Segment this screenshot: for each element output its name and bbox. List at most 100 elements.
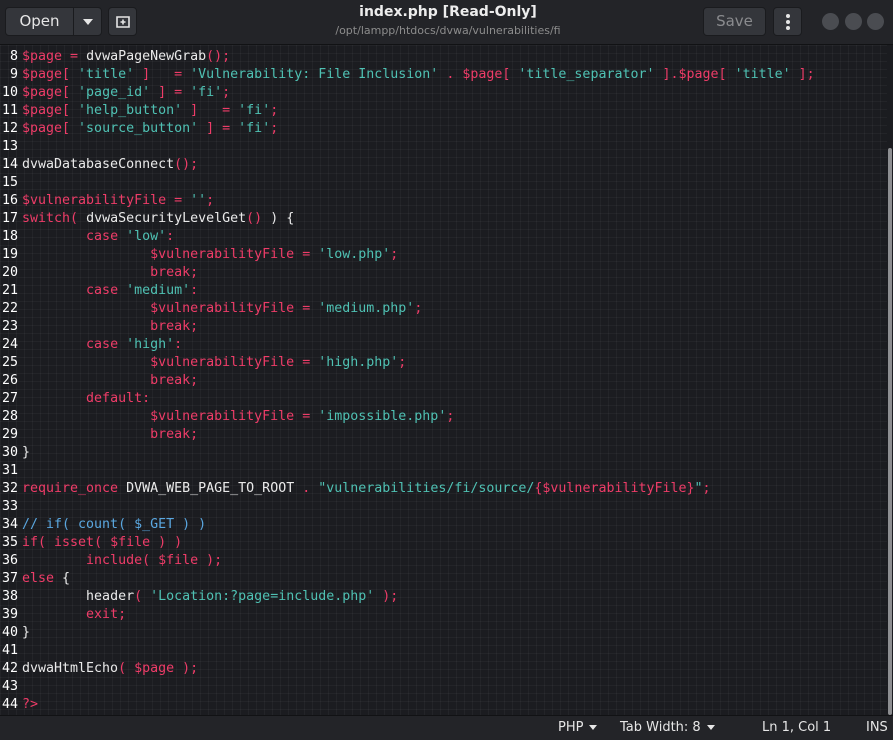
header-bar: Open index.php [Read-Only] /opt/lampp/ht… xyxy=(0,0,893,45)
token: ; xyxy=(190,319,199,334)
token: 'Vulnerability: File Inclusion' xyxy=(190,67,439,82)
code-text: else { xyxy=(18,570,70,588)
code-line: 37 else { xyxy=(0,570,815,588)
token: 'fi' xyxy=(190,85,223,100)
line-number: 25 xyxy=(1,355,18,370)
code-text: $vulnerabilityFile = 'impossible.php'; xyxy=(18,408,454,426)
code-text: $vulnerabilityFile = 'low.php'; xyxy=(18,246,398,264)
code-editor[interactable]: 8 $page = dvwaPageNewGrab(); 9 $page[ 'tit… xyxy=(0,45,887,715)
menu-dot-icon xyxy=(786,14,790,18)
token: ); xyxy=(174,661,199,676)
line-number: 23 xyxy=(1,319,18,334)
code-line: 25 $vulnerabilityFile = 'high.php'; xyxy=(0,354,815,372)
code-line: 35 if( isset( $file ) ) xyxy=(0,534,815,552)
minimize-button[interactable] xyxy=(822,13,839,30)
code-text: exit; xyxy=(18,606,126,624)
token: 'fi' xyxy=(238,103,271,118)
token: case xyxy=(86,283,119,298)
token: 'low' xyxy=(126,229,167,244)
line-number: 12 xyxy=(1,121,18,136)
token: $page xyxy=(462,67,503,82)
line-number: 10 xyxy=(1,85,18,100)
token: ; xyxy=(222,85,231,100)
line-number: 43 xyxy=(1,679,18,694)
code-line: 29 break; xyxy=(0,426,815,444)
file-path: /opt/lampp/htdocs/dvwa/vulnerabilities/f… xyxy=(335,24,561,37)
code-text: include( $file ); xyxy=(18,552,222,570)
new-tab-icon xyxy=(116,16,130,28)
code-line: 18 case 'low': xyxy=(0,228,815,246)
line-number: 24 xyxy=(1,337,18,352)
token: . xyxy=(438,67,463,82)
token: case xyxy=(86,229,119,244)
token: 'impossible.php' xyxy=(318,409,447,424)
code-line: 44 ?> xyxy=(0,696,815,714)
new-document-button[interactable] xyxy=(108,7,137,36)
vertical-scrollbar[interactable] xyxy=(887,45,893,715)
code-line: 9 $page[ 'title' ] = 'Vulnerability: File… xyxy=(0,66,815,84)
token: ; xyxy=(190,427,199,442)
line-number: 8 xyxy=(9,49,18,64)
cursor-position[interactable]: Ln 1, Col 1 xyxy=(762,716,831,740)
token: 'high' xyxy=(126,337,175,352)
chevron-down-icon[interactable] xyxy=(74,8,102,35)
token: switch xyxy=(22,211,71,226)
code-text: case 'low': xyxy=(18,228,174,246)
status-bar: PHP Tab Width: 8 Ln 1, Col 1 INS xyxy=(0,715,893,740)
line-number: 15 xyxy=(1,175,18,190)
code-text: ?> xyxy=(18,696,38,714)
code-line: 38 header( 'Location:?page=include.php' … xyxy=(0,588,815,606)
code-line: 8 $page = dvwaPageNewGrab(); xyxy=(0,48,815,66)
line-number: 41 xyxy=(1,643,18,658)
code-line: 41 xyxy=(0,642,815,660)
line-number: 33 xyxy=(1,499,18,514)
token: isset xyxy=(54,535,95,550)
menu-button[interactable] xyxy=(773,7,802,36)
open-button[interactable]: Open xyxy=(5,7,102,36)
chevron-down-icon xyxy=(706,725,715,730)
language-selector[interactable]: PHP xyxy=(558,716,598,740)
save-button[interactable]: Save xyxy=(703,7,766,36)
token: $page xyxy=(22,85,63,100)
token: [ xyxy=(718,67,735,82)
code-text: case 'medium': xyxy=(18,282,198,300)
code-text: break; xyxy=(18,318,198,336)
line-number: 34 xyxy=(1,517,18,532)
token: ] = xyxy=(150,85,191,100)
code-line: 34 // if( count( $_GET ) ) xyxy=(0,516,815,534)
token: 'title' xyxy=(78,67,135,82)
token: 'medium.php' xyxy=(318,301,415,316)
code-line: 23 break; xyxy=(0,318,815,336)
token: ); xyxy=(198,553,223,568)
code-line: 10 $page[ 'page_id' ] = 'fi'; xyxy=(0,84,815,102)
code-text: header( 'Location:?page=include.php' ); xyxy=(18,588,398,606)
maximize-button[interactable] xyxy=(845,13,862,30)
token: ( xyxy=(142,553,159,568)
line-number: 16 xyxy=(1,193,18,208)
code-text: default: xyxy=(18,390,150,408)
scrollbar-thumb[interactable] xyxy=(888,148,892,715)
token: default xyxy=(86,391,143,406)
token: = xyxy=(294,247,319,262)
token: ; xyxy=(702,481,711,496)
code-line: 42 dvwaHtmlEcho( $page ); xyxy=(0,660,815,678)
line-number: 17 xyxy=(1,211,18,226)
close-button[interactable] xyxy=(867,13,884,30)
window-title: index.php [Read-Only] xyxy=(359,4,537,20)
menu-dot-icon xyxy=(786,20,790,24)
token: 'high.php' xyxy=(318,355,399,370)
token: $vulnerabilityFile xyxy=(150,247,295,262)
token: ( xyxy=(70,211,87,226)
tab-width-selector[interactable]: Tab Width: 8 xyxy=(620,716,715,740)
menu-dot-icon xyxy=(786,26,790,30)
